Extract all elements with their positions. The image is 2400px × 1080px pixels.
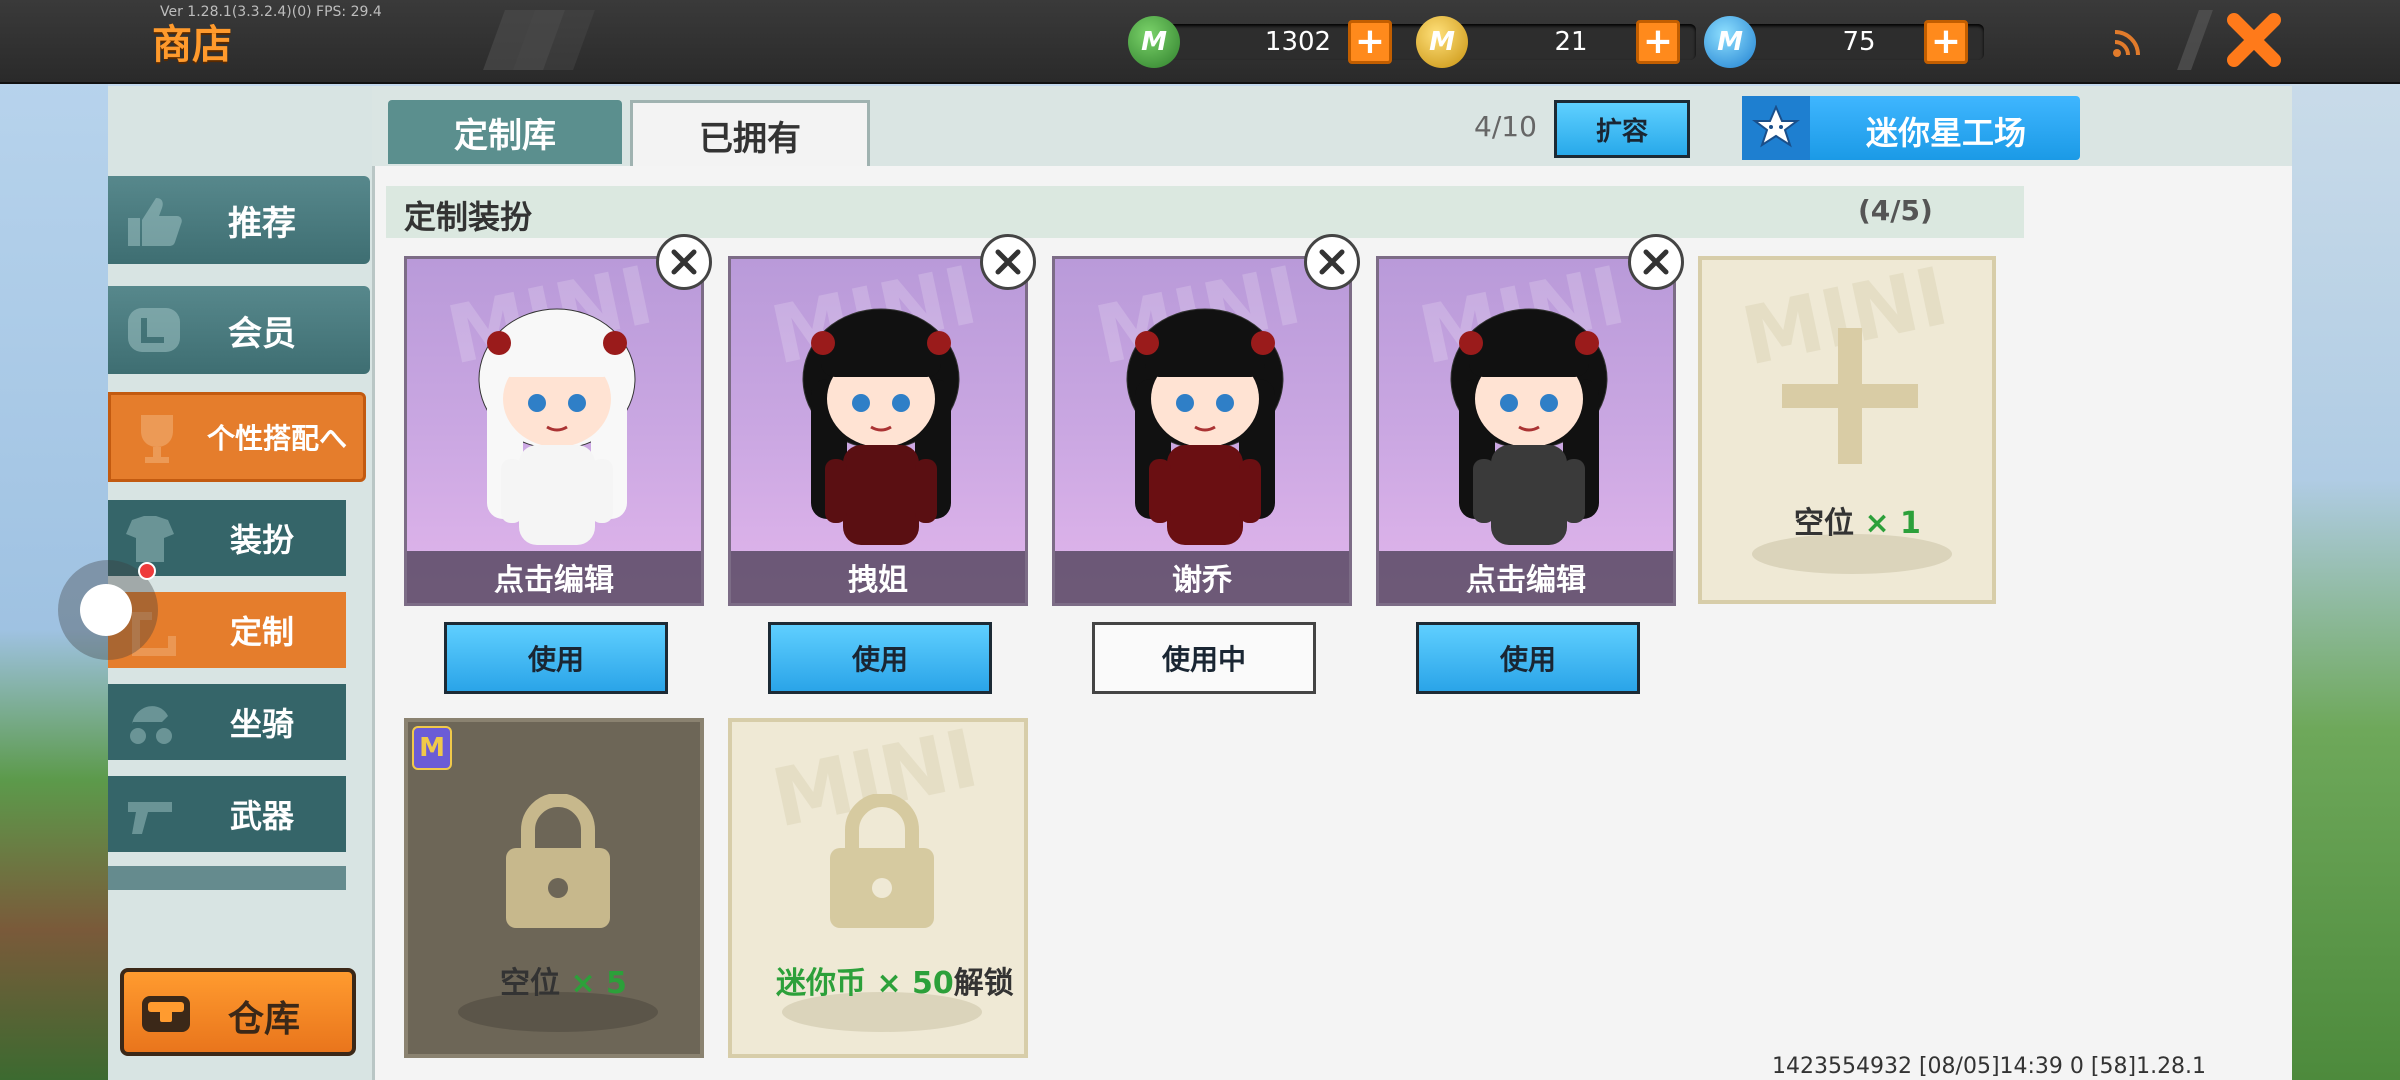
- outfit-name: 点击编辑: [1379, 551, 1673, 603]
- outfit-name: 谢乔: [1055, 551, 1349, 603]
- footer-info: 1423554932 [08/05]14:39 0 [58]1.28.1: [1772, 1054, 2207, 1079]
- section-title: 定制装扮: [404, 198, 533, 236]
- mini-bean-icon: M: [1128, 16, 1180, 68]
- outfit-card[interactable]: MINI 点击编辑: [1376, 256, 1676, 606]
- empty-slot-label: 空位 × 1: [1794, 506, 1921, 541]
- use-outfit-button[interactable]: 使用: [768, 622, 992, 694]
- outfit-card[interactable]: MINI 点击编辑: [404, 256, 704, 606]
- avatar-preview: [1126, 308, 1284, 545]
- vip-icon: [128, 308, 180, 352]
- warehouse-label: 仓库: [228, 999, 301, 1040]
- chevron-up-icon: へ: [319, 422, 348, 455]
- sidebar-item-label: 定制: [230, 613, 295, 651]
- add-mini-point-button[interactable]: +: [1924, 20, 1968, 64]
- warehouse-button[interactable]: 仓库: [120, 968, 356, 1056]
- close-icon: [1319, 249, 1345, 275]
- trophy-icon: [141, 415, 173, 463]
- empty-outfit-slot[interactable]: MINI 空位 × 1: [1698, 256, 1996, 604]
- signal-icon: [2112, 28, 2142, 66]
- avatar-preview: [802, 308, 960, 545]
- delete-outfit-button[interactable]: [980, 234, 1036, 290]
- joystick-knob[interactable]: [80, 584, 132, 636]
- sidebar-item-personal-style[interactable]: 个性搭配へ: [108, 392, 366, 482]
- star-icon: [1742, 96, 1810, 160]
- unlock-cost-label: 迷你币 × 50解锁: [776, 966, 1014, 1001]
- close-icon: [671, 249, 697, 275]
- sidebar-item-label: 坐骑: [230, 705, 295, 743]
- use-outfit-button[interactable]: 使用: [444, 622, 668, 694]
- sidebar-item-label: 装扮: [230, 521, 295, 559]
- outfit-name: 拽姐: [731, 551, 1025, 603]
- add-mini-bean-button[interactable]: +: [1348, 20, 1392, 64]
- expand-capacity-button[interactable]: 扩容: [1554, 100, 1690, 158]
- in-use-button[interactable]: 使用中: [1092, 622, 1316, 694]
- sidebar-item-label: 推荐: [228, 203, 296, 244]
- outfit-name: 点击编辑: [407, 551, 701, 603]
- notification-dot: [138, 562, 156, 580]
- close-icon: [1643, 249, 1669, 275]
- vip-badge-icon: M: [412, 726, 452, 770]
- sidebar-item-label: 会员: [228, 313, 296, 354]
- sidebar-item-vip[interactable]: 会员: [108, 286, 370, 374]
- page-title: 商店: [152, 22, 232, 68]
- mini-point-icon: M: [1704, 16, 1756, 68]
- sidebar-item-weapon[interactable]: 武器: [108, 776, 346, 852]
- sidebar-item-mount[interactable]: 坐骑: [108, 684, 346, 760]
- avatar-preview: [478, 308, 636, 545]
- sidebar-item-label: 武器: [230, 797, 295, 835]
- capacity-count: 4/10: [1474, 110, 1537, 143]
- top-bar: Ver 1.28.1(3.3.2.4)(0) FPS: 29.4 商店 1302…: [0, 0, 2400, 84]
- close-shop-button[interactable]: [2222, 8, 2286, 72]
- chest-icon: [142, 996, 190, 1032]
- sidebar-item-label: 个性搭配へ: [207, 422, 348, 455]
- background-scenery-right: [2290, 80, 2400, 1080]
- plus-icon: [1782, 328, 1918, 464]
- outfit-card[interactable]: MINI 谢乔: [1052, 256, 1352, 606]
- tab-owned[interactable]: 已拥有: [630, 100, 870, 168]
- lock-icon: [506, 794, 610, 928]
- sidebar-item-more[interactable]: [108, 866, 346, 890]
- mini-workshop-label: 迷你星工场: [1866, 114, 2027, 152]
- delete-outfit-button[interactable]: [656, 234, 712, 290]
- locked-slot-label: 空位 × 5: [500, 966, 627, 1001]
- delete-outfit-button[interactable]: [1304, 234, 1360, 290]
- outfit-card[interactable]: MINI 拽姐: [728, 256, 1028, 606]
- use-outfit-button[interactable]: 使用: [1416, 622, 1640, 694]
- currency-value: 1302: [1158, 24, 1438, 60]
- locked-slot-coin-unlock[interactable]: MINI 迷你币 × 50解锁: [728, 718, 1028, 1058]
- tab-custom-library[interactable]: 定制库: [388, 100, 622, 164]
- close-icon: [995, 249, 1021, 275]
- close-icon: [2227, 13, 2281, 67]
- avatar-preview: [1450, 308, 1608, 545]
- mini-coin-icon: M: [1416, 16, 1468, 68]
- delete-outfit-button[interactable]: [1628, 234, 1684, 290]
- section-count: (4/5): [1858, 194, 1933, 227]
- mini-workshop-button[interactable]: 迷你星工场: [1742, 96, 2080, 160]
- add-mini-coin-button[interactable]: +: [1636, 20, 1680, 64]
- shirt-icon: [126, 516, 174, 562]
- mount-icon: [130, 706, 172, 744]
- gun-icon: [128, 802, 172, 834]
- sidebar-item-recommend[interactable]: 推荐: [108, 176, 370, 264]
- decor-divider: [2177, 10, 2213, 70]
- section-header: [386, 186, 2024, 238]
- lock-icon: [830, 794, 934, 928]
- thumbs-up-icon: [128, 198, 182, 246]
